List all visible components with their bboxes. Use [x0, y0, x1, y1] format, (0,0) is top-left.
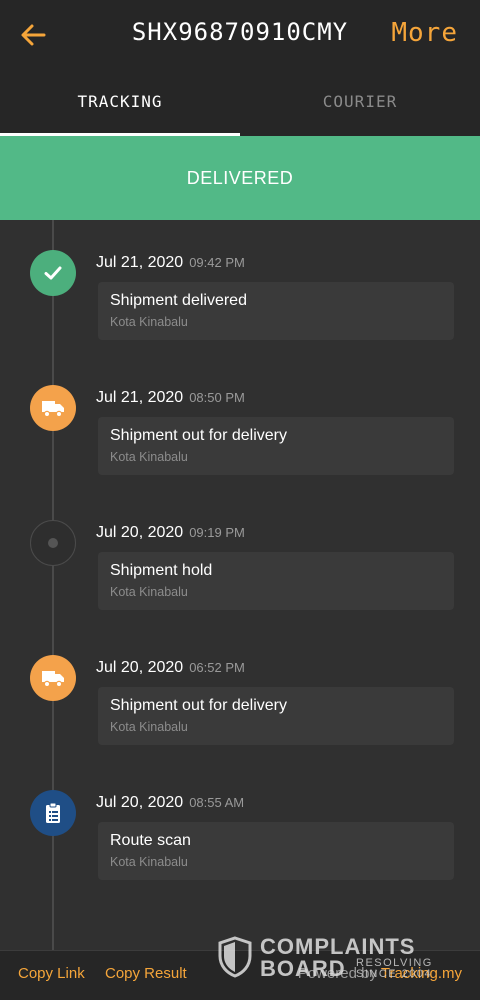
check-icon [30, 250, 76, 296]
complaintsboard-watermark: COMPLAINTS BOARD RESOLVING SINCE 2004 [218, 934, 438, 984]
copy-link-button[interactable]: Copy Link [18, 965, 85, 982]
timeline-event: Jul 21, 2020 08:50 PM Shipment out for de… [0, 355, 480, 475]
clipboard-icon [30, 790, 76, 836]
event-date: Jul 21, 2020 09:42 PM [96, 254, 245, 271]
event-date: Jul 20, 2020 08:55 AM [96, 794, 245, 811]
event-title: Shipment out for delivery [110, 697, 287, 714]
timeline-event: Jul 20, 2020 06:52 PM Shipment out for de… [0, 625, 480, 745]
event-card: Route scan Kota Kinabalu [98, 822, 454, 880]
dot-icon [30, 520, 76, 566]
tab-bar: TRACKING COURIER [0, 70, 480, 136]
event-card: Shipment out for delivery Kota Kinabalu [98, 417, 454, 475]
event-location: Kota Kinabalu [110, 585, 188, 599]
app-header: SHX96870910CMY More [0, 0, 480, 70]
watermark-subtext: RESOLVING SINCE 2004 [356, 957, 433, 980]
event-card: Shipment delivered Kota Kinabalu [98, 282, 454, 340]
event-time: 06:52 PM [189, 660, 245, 675]
copy-result-button[interactable]: Copy Result [105, 965, 187, 982]
delivery-status-banner: DELIVERED [0, 136, 480, 220]
event-date: Jul 21, 2020 08:50 PM [96, 389, 245, 406]
event-location: Kota Kinabalu [110, 315, 188, 329]
event-location: Kota Kinabalu [110, 450, 188, 464]
more-button[interactable]: More [391, 18, 458, 48]
event-date: Jul 20, 2020 09:19 PM [96, 524, 245, 541]
watermark-line2: BOARD [260, 956, 346, 981]
event-time: 08:55 AM [189, 795, 245, 810]
event-time: 09:42 PM [189, 255, 245, 270]
event-time: 08:50 PM [189, 390, 245, 405]
event-title: Shipment hold [110, 562, 213, 579]
timeline-event: Jul 21, 2020 09:42 PM Shipment delivered … [0, 220, 480, 340]
event-location: Kota Kinabalu [110, 855, 188, 869]
timeline-event: Jul 20, 2020 08:55 AM Route scan Kota Kin… [0, 760, 480, 880]
tab-tracking[interactable]: TRACKING [0, 70, 240, 136]
event-time: 09:19 PM [189, 525, 245, 540]
truck-icon [30, 385, 76, 431]
event-title: Shipment delivered [110, 292, 247, 309]
tab-courier[interactable]: COURIER [240, 70, 480, 136]
event-date: Jul 20, 2020 06:52 PM [96, 659, 245, 676]
event-title: Route scan [110, 832, 191, 849]
event-card: Shipment hold Kota Kinabalu [98, 552, 454, 610]
event-title: Shipment out for delivery [110, 427, 287, 444]
event-location: Kota Kinabalu [110, 720, 188, 734]
shield-icon [218, 936, 252, 978]
timeline-event: Jul 20, 2020 09:19 PM Shipment hold Kota … [0, 490, 480, 610]
event-card: Shipment out for delivery Kota Kinabalu [98, 687, 454, 745]
truck-icon [30, 655, 76, 701]
